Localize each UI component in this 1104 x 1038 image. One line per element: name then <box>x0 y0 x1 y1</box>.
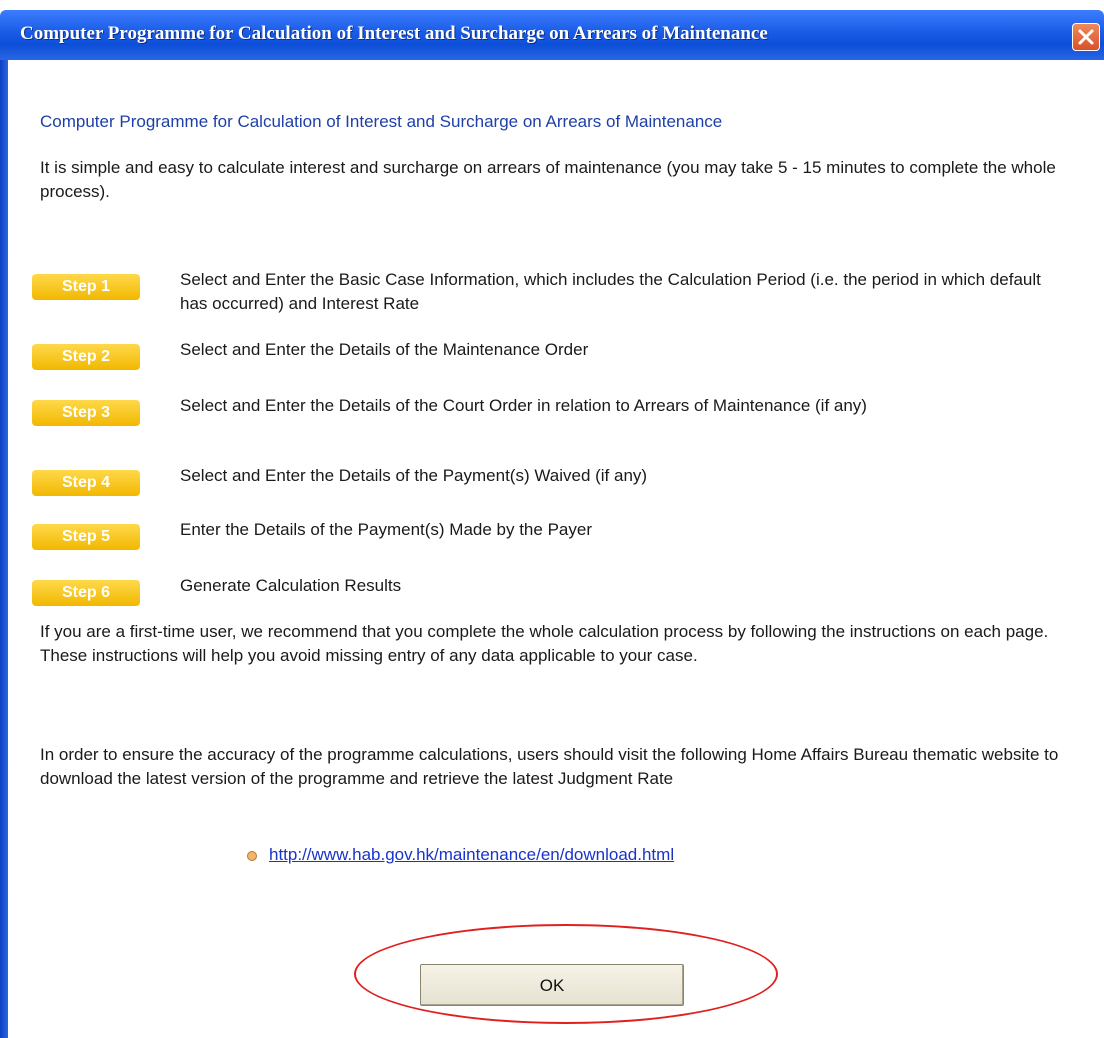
content-heading: Computer Programme for Calculation of In… <box>40 112 723 131</box>
title-bar[interactable]: Computer Programme for Calculation of In… <box>0 10 1104 60</box>
window-title: Computer Programme for Calculation of In… <box>20 23 768 44</box>
window-left-border <box>0 60 8 1038</box>
dialog-window: Computer Programme for Calculation of In… <box>0 0 1104 1038</box>
ok-button[interactable]: OK <box>420 964 684 1006</box>
step-badge: Step 3 <box>32 400 140 426</box>
step-text: Select and Enter the Details of the Main… <box>180 340 589 359</box>
first-time-user-text: If you are a first-time user, we recomme… <box>40 622 1049 665</box>
download-link[interactable]: http://www.hab.gov.hk/maintenance/en/dow… <box>269 845 674 864</box>
step-badge: Step 2 <box>32 344 140 370</box>
step-text: Generate Calculation Results <box>180 576 402 595</box>
step-text: Enter the Details of the Payment(s) Made… <box>180 520 592 539</box>
dialog-content: Computer Programme for Calculation of In… <box>32 110 1060 864</box>
step-text: Select and Enter the Details of the Cour… <box>180 396 867 415</box>
step-badge: Step 5 <box>32 524 140 550</box>
intro-text: It is simple and easy to calculate inter… <box>40 158 1056 201</box>
step-badge: Step 4 <box>32 470 140 496</box>
close-icon <box>1078 29 1094 45</box>
download-link-row: http://www.hab.gov.hk/maintenance/en/dow… <box>247 843 674 867</box>
step-badge: Step 1 <box>32 274 140 300</box>
step-text: Select and Enter the Basic Case Informat… <box>180 270 1041 313</box>
accuracy-text: In order to ensure the accuracy of the p… <box>40 745 1059 788</box>
bullet-icon <box>247 850 257 861</box>
step-badge: Step 6 <box>32 580 140 606</box>
step-text: Select and Enter the Details of the Paym… <box>180 466 648 485</box>
close-button[interactable] <box>1072 23 1100 51</box>
